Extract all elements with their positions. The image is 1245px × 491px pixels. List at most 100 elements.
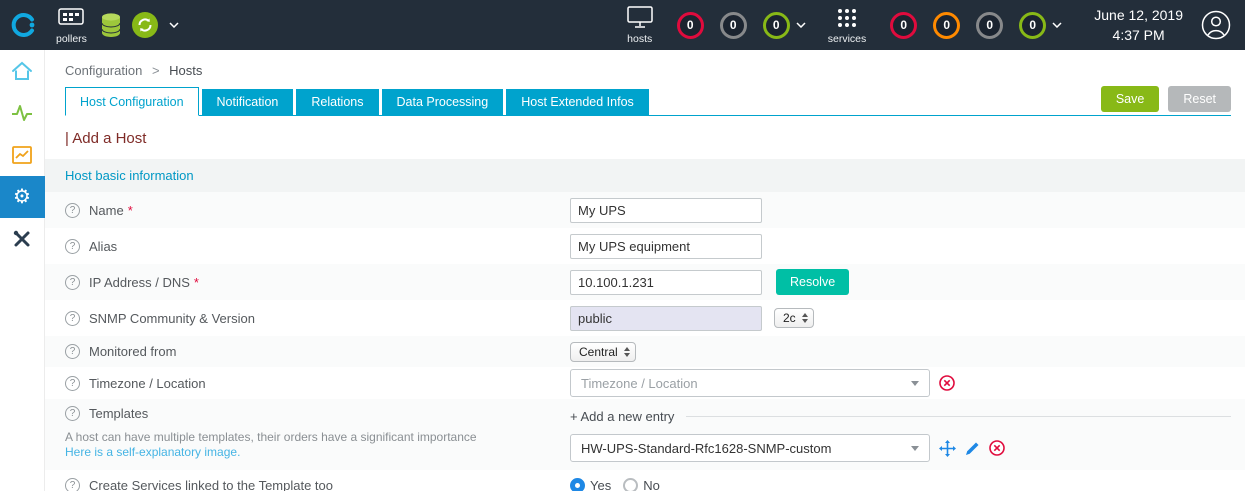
sidebar-item-configuration[interactable]: ⚙ xyxy=(0,176,45,218)
ip-label: IP Address / DNS xyxy=(89,275,190,290)
name-input[interactable] xyxy=(570,198,762,223)
sidebar-item-monitoring[interactable] xyxy=(0,92,45,134)
template-select[interactable]: HW-UPS-Standard-Rfc1628-SNMP-custom xyxy=(570,434,930,462)
services-icon xyxy=(836,5,858,31)
tools-icon xyxy=(12,229,32,249)
chart-icon xyxy=(12,146,32,164)
tab-host-configuration[interactable]: Host Configuration xyxy=(65,87,199,116)
ip-input[interactable] xyxy=(570,270,762,295)
create-services-no-radio[interactable] xyxy=(623,478,638,491)
breadcrumb-configuration[interactable]: Configuration xyxy=(65,63,142,78)
templates-help-link[interactable]: Here is a self-explanatory image. xyxy=(65,445,570,459)
services-critical-badge[interactable]: 0 xyxy=(890,12,917,39)
chevron-down-icon xyxy=(911,381,919,386)
templates-label: Templates xyxy=(89,406,148,421)
select-arrows-icon xyxy=(624,347,630,357)
create-services-yes-radio[interactable] xyxy=(570,478,585,491)
hosts-menu[interactable]: hosts xyxy=(627,5,653,45)
form-row-alias: ? Alias xyxy=(45,228,1245,264)
centreon-logo-icon xyxy=(11,12,37,38)
reset-button[interactable]: Reset xyxy=(1168,86,1231,112)
sidebar-item-administration[interactable] xyxy=(0,218,45,260)
template-delete-icon[interactable] xyxy=(989,440,1005,456)
monitored-from-select[interactable]: Central xyxy=(570,342,636,362)
sidebar-item-home[interactable] xyxy=(0,50,45,92)
sync-status-icon[interactable] xyxy=(131,12,159,38)
alias-label: Alias xyxy=(89,239,117,254)
topbar: pollers xyxy=(0,0,1245,50)
help-icon[interactable]: ? xyxy=(65,406,80,421)
form-row-snmp: ? SNMP Community & Version 2c xyxy=(45,300,1245,336)
timezone-clear-icon[interactable] xyxy=(939,375,955,391)
monitored-from-value: Central xyxy=(579,345,618,359)
hosts-chevron-down-icon[interactable] xyxy=(796,22,806,28)
user-menu[interactable] xyxy=(1201,10,1231,40)
snmp-version-value: 2c xyxy=(783,311,796,325)
help-icon[interactable]: ? xyxy=(65,311,80,326)
tab-relations[interactable]: Relations xyxy=(296,89,378,115)
create-services-yes-label: Yes xyxy=(590,478,611,491)
hosts-label: hosts xyxy=(627,33,652,45)
sidebar-item-reporting[interactable] xyxy=(0,134,45,176)
help-icon[interactable]: ? xyxy=(65,275,80,290)
help-icon[interactable]: ? xyxy=(65,376,80,391)
required-asterisk: * xyxy=(194,275,199,290)
user-icon xyxy=(1201,10,1231,40)
hosts-up-badge[interactable]: 0 xyxy=(763,12,790,39)
help-icon[interactable]: ? xyxy=(65,203,80,218)
current-date: June 12, 2019 xyxy=(1094,5,1183,25)
resolve-button[interactable]: Resolve xyxy=(776,269,849,295)
monitored-from-label: Monitored from xyxy=(89,344,176,359)
centreon-app: pollers xyxy=(0,0,1245,491)
form-row-templates: ? Templates A host can have multiple tem… xyxy=(45,399,1245,470)
save-button[interactable]: Save xyxy=(1101,86,1160,112)
hosts-down-badge[interactable]: 0 xyxy=(677,12,704,39)
current-time: 4:37 PM xyxy=(1094,25,1183,45)
hosts-icon xyxy=(627,5,653,31)
template-select-value: HW-UPS-Standard-Rfc1628-SNMP-custom xyxy=(581,441,831,456)
required-asterisk: * xyxy=(128,203,133,218)
template-edit-icon[interactable] xyxy=(965,441,980,456)
form-row-name: ? Name * xyxy=(45,192,1245,228)
form-row-timezone: ? Timezone / Location Timezone / Locatio… xyxy=(45,367,1245,399)
pollers-label: pollers xyxy=(56,33,87,45)
services-label: services xyxy=(828,33,867,45)
hosts-unreachable-badge[interactable]: 0 xyxy=(720,12,747,39)
create-services-no-label: No xyxy=(643,478,660,491)
help-icon[interactable]: ? xyxy=(65,344,80,359)
snmp-community-input[interactable] xyxy=(570,306,762,331)
services-ok-badge[interactable]: 0 xyxy=(1019,12,1046,39)
centreon-logo[interactable] xyxy=(0,0,48,50)
pollers-chevron-down-icon[interactable] xyxy=(169,22,179,28)
templates-help-text: A host can have multiple templates, thei… xyxy=(65,429,570,445)
alias-input[interactable] xyxy=(570,234,762,259)
snmp-label: SNMP Community & Version xyxy=(89,311,255,326)
gear-icon: ⚙ xyxy=(13,187,31,207)
services-menu[interactable]: services xyxy=(828,5,867,45)
breadcrumb-hosts[interactable]: Hosts xyxy=(169,63,202,78)
tab-host-extended-infos[interactable]: Host Extended Infos xyxy=(506,89,649,115)
pulse-icon xyxy=(11,104,33,122)
home-icon xyxy=(11,61,33,81)
breadcrumb-separator: > xyxy=(152,63,160,78)
services-warning-badge[interactable]: 0 xyxy=(933,12,960,39)
tab-notification[interactable]: Notification xyxy=(202,89,294,115)
select-arrows-icon xyxy=(802,313,808,323)
clock: June 12, 2019 4:37 PM xyxy=(1094,5,1183,46)
services-chevron-down-icon[interactable] xyxy=(1052,22,1062,28)
pollers-menu[interactable]: pollers xyxy=(56,5,87,45)
sidebar: ⚙ xyxy=(0,50,45,491)
add-template-entry-link[interactable]: + Add a new entry xyxy=(570,409,674,424)
services-unknown-badge[interactable]: 0 xyxy=(976,12,1003,39)
pollers-icon xyxy=(58,5,84,31)
snmp-version-select[interactable]: 2c xyxy=(774,308,814,328)
form-row-ip: ? IP Address / DNS * Resolve xyxy=(45,264,1245,300)
help-icon[interactable]: ? xyxy=(65,478,80,491)
tab-data-processing[interactable]: Data Processing xyxy=(382,89,504,115)
page-title: | Add a Host xyxy=(65,130,1245,147)
timezone-select[interactable]: Timezone / Location xyxy=(570,369,930,397)
timezone-placeholder: Timezone / Location xyxy=(581,376,698,391)
database-icon[interactable] xyxy=(100,12,122,38)
help-icon[interactable]: ? xyxy=(65,239,80,254)
template-move-icon[interactable] xyxy=(939,440,956,457)
